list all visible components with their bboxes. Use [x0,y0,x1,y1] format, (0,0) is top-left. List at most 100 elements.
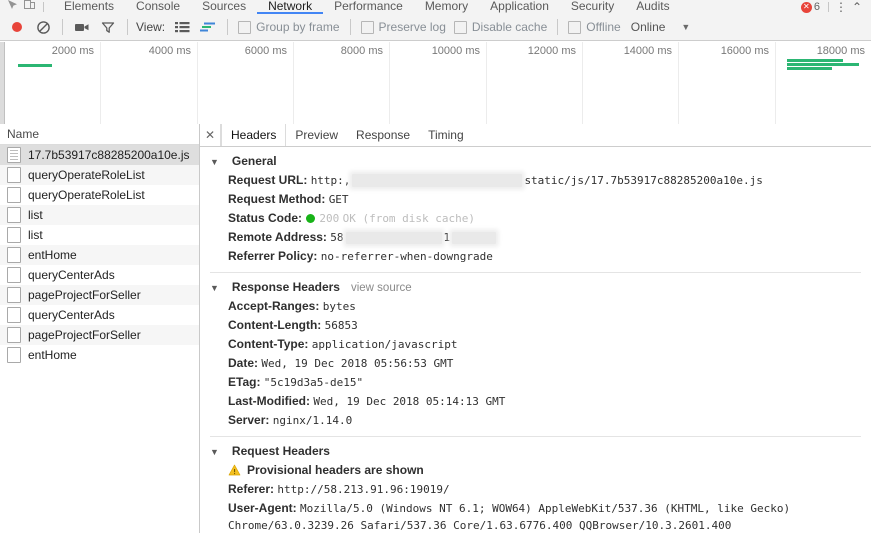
header-value: application/javascript [311,338,458,351]
offline-label: Offline [586,20,621,34]
tab-timing[interactable]: Timing [419,124,473,146]
general-section-header[interactable]: ▼ General [200,152,871,171]
document-icon [7,207,21,223]
tab-preview[interactable]: Preview [286,124,347,146]
request-method-key: Request Method: [228,192,326,206]
close-devtools-icon[interactable]: ⌃ [848,1,866,13]
overview-request-bar [787,59,843,62]
group-by-frame-checkbox[interactable]: Group by frame [238,20,340,34]
clear-button[interactable] [30,15,56,39]
triangle-down-icon-response: ▼ [210,283,219,293]
header-key: Content-Type: [228,337,309,351]
header-value: Wed, 19 Dec 2018 05:14:13 GMT [313,395,506,408]
error-count: 6 [813,1,820,13]
request-row[interactable]: list [0,205,199,225]
screenshot-camera-icon[interactable] [69,15,95,39]
record-button[interactable] [4,15,30,39]
checkbox-box-preserve-log [360,20,374,34]
tab-network[interactable]: Network [257,0,324,14]
tab-security[interactable]: Security [560,0,625,14]
offline-checkbox[interactable]: Offline [568,20,621,34]
redacted-url-host [352,174,523,188]
header-row: User-Agent: Mozilla/5.0 (Windows NT 6.1;… [200,499,871,533]
toolbar-divider-1 [62,19,63,35]
overview-tick-label: 4000 ms [148,45,191,57]
tab-memory[interactable]: Memory [414,0,479,14]
request-row[interactable]: entHome [0,245,199,265]
request-headers-rows: Referer: http://58.213.91.96:19019/User-… [200,480,871,533]
request-row[interactable]: pageProjectForSeller [0,325,199,345]
request-row-name: entHome [28,348,77,362]
filter-icon[interactable] [95,15,121,39]
view-label: View: [136,20,166,34]
request-url-suffix: static/js/17.7b53917c88285200a10e.js [524,174,763,187]
document-icon [7,187,21,203]
tab-console[interactable]: Console [125,0,191,14]
header-value: http://58.213.91.96:19019/ [277,483,450,496]
overview-tick-label: 14000 ms [623,45,672,57]
network-overview[interactable]: 2000 ms 4000 ms 6000 ms 8000 ms 10000 ms 1200… [0,42,871,125]
column-header-name[interactable]: Name [0,124,199,145]
response-headers-title: Response Headers [231,280,340,294]
request-row[interactable]: queryCenterAds [0,305,199,325]
error-badge[interactable]: ✕ 6 [800,1,820,13]
overview-gridline [775,42,776,124]
tab-application[interactable]: Application [479,0,560,14]
headers-body: ▼ General Request URL: http:, static/js/1… [200,147,871,533]
request-row[interactable]: queryOperateRoleList [0,165,199,185]
general-section: ▼ General Request URL: http:, static/js/1… [200,152,871,266]
request-headers-header[interactable]: ▼ Request Headers [200,442,871,461]
document-icon [7,247,21,263]
triangle-down-icon-request: ▼ [210,447,219,457]
tabstrip-divider [43,2,44,12]
header-row: Content-Length: 56853 [200,316,871,335]
header-value: "5c19d3a5-de15" [263,376,364,389]
more-options-icon[interactable]: ⋮ [834,1,848,13]
header-key: Referer: [228,482,275,496]
list-view-icon[interactable] [169,15,195,39]
device-toolbar-icon[interactable] [21,0,38,14]
tab-audits[interactable]: Audits [625,0,680,14]
checkbox-box-group-by-frame [238,20,252,34]
request-method-row: Request Method: GET [200,190,871,209]
request-headers-section: ▼ Request Headers Provisional headers ar… [200,442,871,533]
triangle-down-icon: ▼ [210,157,219,167]
preserve-log-checkbox[interactable]: Preserve log [360,20,446,34]
toolbar-divider-3 [227,19,229,35]
tab-headers[interactable]: Headers [221,124,287,146]
header-key: Content-Length: [228,318,322,332]
checkbox-box-disable-cache [453,20,467,34]
checkbox-box-offline [568,20,582,34]
request-row[interactable]: queryOperateRoleList [0,185,199,205]
request-row[interactable]: pageProjectForSeller [0,285,199,305]
header-row: Last-Modified: Wed, 19 Dec 2018 05:14:13… [200,392,871,411]
request-row[interactable]: list [0,225,199,245]
request-row[interactable]: entHome [0,345,199,365]
devtools-window: Elements Console Sources Network Perform… [0,0,871,533]
disable-cache-checkbox[interactable]: Disable cache [453,20,547,34]
request-row-name: list [28,228,43,242]
request-row-name: 17.7b53917c88285200a10e.js [28,148,190,162]
toolbar-divider-4 [349,19,351,35]
document-icon [7,167,21,183]
inspect-element-icon[interactable] [4,0,21,14]
throttling-selected-value[interactable]: Online [631,20,666,34]
request-row[interactable]: queryCenterAds [0,265,199,285]
waterfall-view-icon[interactable] [195,15,221,39]
overview-gridline [678,42,679,124]
request-row[interactable]: 17.7b53917c88285200a10e.js [0,145,199,165]
tab-elements[interactable]: Elements [53,0,125,14]
request-detail-pane: ✕ Headers Preview Response Timing ▼ Gene… [200,124,871,533]
response-headers-header[interactable]: ▼ Response Headers view source [200,278,871,297]
overview-gridline [582,42,583,124]
view-source-link-response[interactable]: view source [351,282,412,294]
header-row: ETag: "5c19d3a5-de15" [200,373,871,392]
chevron-down-icon[interactable]: ▼ [681,22,690,32]
document-icon [7,227,21,243]
header-row: Referer: http://58.213.91.96:19019/ [200,480,871,499]
tab-performance[interactable]: Performance [323,0,414,14]
tab-sources[interactable]: Sources [191,0,257,14]
close-icon[interactable]: ✕ [200,124,221,146]
tab-response[interactable]: Response [347,124,419,146]
status-code-row: Status Code: 200 OK (from disk cache) [200,209,871,228]
